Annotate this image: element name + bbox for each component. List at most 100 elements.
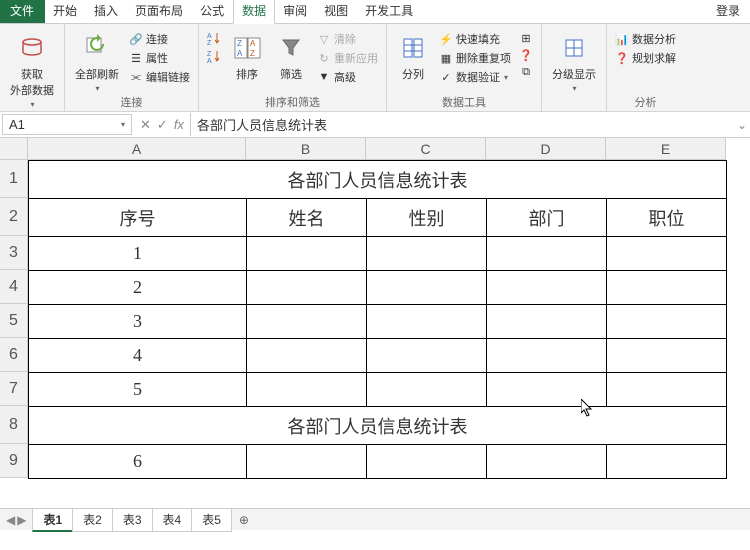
sheet-tab-5[interactable]: 表5 — [191, 508, 232, 532]
cell[interactable] — [607, 339, 727, 373]
cell[interactable] — [367, 339, 487, 373]
cell[interactable]: 各部门人员信息统计表 — [29, 161, 727, 199]
data-validation-button[interactable]: ✓数据验证▾ — [437, 68, 513, 86]
col-header-B[interactable]: B — [246, 138, 366, 160]
row-header-8[interactable]: 8 — [0, 406, 28, 444]
tab-data[interactable]: 数据 — [233, 0, 275, 24]
cell[interactable] — [367, 237, 487, 271]
flash-fill-button[interactable]: ⚡快速填充 — [437, 30, 513, 48]
login-link[interactable]: 登录 — [706, 0, 750, 23]
cell[interactable] — [367, 271, 487, 305]
cell[interactable]: 各部门人员信息统计表 — [29, 407, 727, 445]
row-header-7[interactable]: 7 — [0, 372, 28, 406]
confirm-formula-icon[interactable]: ✓ — [157, 117, 168, 133]
solver-button[interactable]: ❓规划求解 — [613, 49, 678, 67]
cell[interactable]: 部门 — [487, 199, 607, 237]
cell[interactable] — [367, 373, 487, 407]
cell[interactable] — [247, 339, 367, 373]
cell[interactable]: 职位 — [607, 199, 727, 237]
row-header-4[interactable]: 4 — [0, 270, 28, 304]
remove-duplicates-button[interactable]: ▦删除重复项 — [437, 49, 513, 67]
cell[interactable]: 6 — [29, 445, 247, 479]
advanced-button[interactable]: ▼高级 — [315, 68, 380, 86]
row-header-1[interactable]: 1 — [0, 160, 28, 198]
reapply-button[interactable]: ↻重新应用 — [315, 49, 380, 67]
cell[interactable]: 性别 — [367, 199, 487, 237]
sheet-tab-4[interactable]: 表4 — [152, 508, 193, 532]
data-analysis-button[interactable]: 📊数据分析 — [613, 30, 678, 48]
name-box[interactable]: A1▾ — [2, 114, 132, 135]
group-data-tools: 分列 ⚡快速填充 ▦删除重复项 ✓数据验证▾ ⊞ ❓ ⧉ 数据工具 — [387, 24, 542, 111]
refresh-all-button[interactable]: 全部刷新▾ — [71, 30, 123, 95]
cell[interactable] — [247, 373, 367, 407]
sheet-tab-2[interactable]: 表2 — [72, 508, 113, 532]
prev-sheet-icon[interactable]: ◀ — [6, 513, 15, 527]
cell[interactable]: 3 — [29, 305, 247, 339]
sort-asc-button[interactable]: AZ — [205, 30, 223, 46]
col-header-D[interactable]: D — [486, 138, 606, 160]
cell[interactable]: 5 — [29, 373, 247, 407]
sort-desc-button[interactable]: ZA — [205, 48, 223, 64]
clear-button[interactable]: ▽清除 — [315, 30, 380, 48]
formula-input[interactable]: 各部门人员信息统计表 — [190, 113, 734, 136]
tab-file[interactable]: 文件 — [0, 0, 45, 23]
cell[interactable] — [487, 237, 607, 271]
next-sheet-icon[interactable]: ▶ — [17, 513, 26, 527]
row-header-3[interactable]: 3 — [0, 236, 28, 270]
tab-insert[interactable]: 插入 — [86, 0, 127, 23]
tab-layout[interactable]: 页面布局 — [127, 0, 192, 23]
consolidate-button[interactable]: ⊞ — [517, 30, 535, 46]
cell[interactable] — [247, 445, 367, 479]
cell[interactable] — [607, 237, 727, 271]
row-header-9[interactable]: 9 — [0, 444, 28, 478]
col-header-C[interactable]: C — [366, 138, 486, 160]
cell[interactable]: 1 — [29, 237, 247, 271]
tab-formula[interactable]: 公式 — [192, 0, 233, 23]
row-header-6[interactable]: 6 — [0, 338, 28, 372]
cell[interactable] — [247, 271, 367, 305]
cell[interactable] — [607, 445, 727, 479]
cell[interactable] — [487, 271, 607, 305]
solver-icon: ❓ — [615, 51, 629, 65]
get-external-data-button[interactable]: 获取 外部数据▾ — [6, 30, 58, 111]
cell[interactable] — [367, 305, 487, 339]
tab-review[interactable]: 审阅 — [275, 0, 316, 23]
row-header-2[interactable]: 2 — [0, 198, 28, 236]
sheet-tab-1[interactable]: 表1 — [32, 508, 73, 532]
tab-dev[interactable]: 开发工具 — [357, 0, 422, 23]
text-to-columns-button[interactable]: 分列 — [393, 30, 433, 84]
cancel-formula-icon[interactable]: ✕ — [140, 117, 151, 133]
select-all-corner[interactable] — [0, 138, 28, 160]
properties-button[interactable]: ☰属性 — [127, 49, 192, 67]
cell[interactable] — [487, 445, 607, 479]
cell[interactable]: 序号 — [29, 199, 247, 237]
tab-start[interactable]: 开始 — [45, 0, 86, 23]
cell[interactable] — [487, 339, 607, 373]
cell[interactable] — [247, 305, 367, 339]
cell[interactable]: 姓名 — [247, 199, 367, 237]
cell[interactable] — [607, 271, 727, 305]
cell[interactable] — [247, 237, 367, 271]
row-header-5[interactable]: 5 — [0, 304, 28, 338]
cell[interactable] — [367, 445, 487, 479]
relationships-button[interactable]: ⧉ — [517, 64, 535, 80]
add-sheet-button[interactable]: ⊕ — [231, 511, 257, 529]
fx-icon[interactable]: fx — [174, 117, 184, 133]
tab-view[interactable]: 视图 — [316, 0, 357, 23]
cell[interactable] — [487, 305, 607, 339]
cell[interactable]: 4 — [29, 339, 247, 373]
outline-button[interactable]: 分级显示▾ — [548, 30, 600, 95]
filter-button[interactable]: 筛选 — [271, 30, 311, 84]
cell[interactable]: 2 — [29, 271, 247, 305]
cell[interactable] — [607, 305, 727, 339]
cell[interactable] — [607, 373, 727, 407]
cell[interactable] — [487, 373, 607, 407]
col-header-E[interactable]: E — [606, 138, 726, 160]
sort-button[interactable]: ZAAZ 排序 — [227, 30, 267, 84]
connections-button[interactable]: 🔗连接 — [127, 30, 192, 48]
whatif-button[interactable]: ❓ — [517, 47, 535, 63]
sheet-tab-3[interactable]: 表3 — [112, 508, 153, 532]
col-header-A[interactable]: A — [28, 138, 246, 160]
edit-links-button[interactable]: ⫘编辑链接 — [127, 68, 192, 86]
expand-formula-icon[interactable]: ⌄ — [734, 118, 750, 132]
